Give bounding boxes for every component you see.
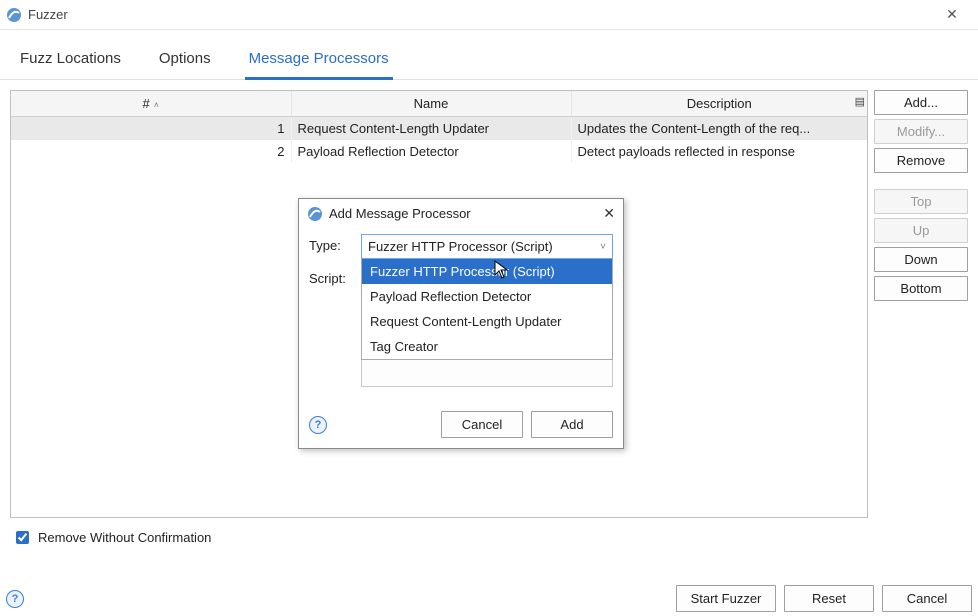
window-titlebar: Fuzzer ✕ bbox=[0, 0, 978, 30]
dialog-titlebar: Add Message Processor ✕ bbox=[299, 199, 623, 228]
help-icon[interactable]: ? bbox=[6, 590, 24, 608]
type-combo-list: Fuzzer HTTP Processor (Script) Payload R… bbox=[361, 259, 613, 360]
cancel-button[interactable]: Cancel bbox=[882, 585, 972, 612]
table-row[interactable]: 1 Request Content-Length Updater Updates… bbox=[11, 117, 867, 141]
table-row[interactable]: 2 Payload Reflection Detector Detect pay… bbox=[11, 140, 867, 163]
combo-option[interactable]: Fuzzer HTTP Processor (Script) bbox=[362, 259, 612, 284]
cell-name: Request Content-Length Updater bbox=[291, 117, 571, 141]
remove-button[interactable]: Remove bbox=[874, 148, 968, 173]
processors-table: #˄ Name Description ▤ 1 Request Content-… bbox=[11, 91, 867, 163]
cell-desc: Updates the Content-Length of the req... bbox=[571, 117, 867, 141]
remove-without-confirmation-row: Remove Without Confirmation bbox=[0, 524, 978, 551]
cell-desc: Detect payloads reflected in response bbox=[571, 140, 867, 163]
tab-bar: Fuzz Locations Options Message Processor… bbox=[0, 30, 978, 80]
type-label: Type: bbox=[309, 234, 353, 253]
type-combo[interactable]: Fuzzer HTTP Processor (Script) ˅ Fuzzer … bbox=[361, 234, 613, 259]
bottom-button[interactable]: Bottom bbox=[874, 276, 968, 301]
col-header-number[interactable]: #˄ bbox=[11, 91, 291, 117]
chevron-down-icon: ˅ bbox=[600, 241, 606, 252]
tab-message-processors[interactable]: Message Processors bbox=[245, 44, 393, 80]
footer-bar: ? Start Fuzzer Reset Cancel bbox=[6, 585, 972, 612]
dialog-add-button[interactable]: Add bbox=[531, 411, 613, 438]
remove-without-confirmation-checkbox[interactable] bbox=[16, 531, 29, 544]
script-label: Script: bbox=[309, 267, 353, 286]
app-icon bbox=[307, 206, 323, 222]
remove-without-confirmation-label: Remove Without Confirmation bbox=[38, 530, 211, 545]
top-button: Top bbox=[874, 189, 968, 214]
down-button[interactable]: Down bbox=[874, 247, 968, 272]
combo-option[interactable]: Request Content-Length Updater bbox=[362, 309, 612, 334]
tab-fuzz-locations[interactable]: Fuzz Locations bbox=[16, 44, 125, 79]
cell-number: 1 bbox=[11, 117, 291, 141]
cell-name: Payload Reflection Detector bbox=[291, 140, 571, 163]
window-title: Fuzzer bbox=[28, 7, 68, 22]
side-button-column: Add... Modify... Remove Top Up Down Bott… bbox=[874, 90, 968, 518]
combo-option[interactable]: Tag Creator bbox=[362, 334, 612, 359]
col-header-description[interactable]: Description ▤ bbox=[571, 91, 867, 117]
start-fuzzer-button[interactable]: Start Fuzzer bbox=[676, 585, 776, 612]
app-icon bbox=[6, 7, 22, 23]
col-header-name[interactable]: Name bbox=[291, 91, 571, 117]
window-close-button[interactable]: ✕ bbox=[932, 6, 972, 23]
add-button[interactable]: Add... bbox=[874, 90, 968, 115]
type-combo-display[interactable]: Fuzzer HTTP Processor (Script) ˅ bbox=[361, 234, 613, 259]
combo-option[interactable]: Payload Reflection Detector bbox=[362, 284, 612, 309]
configure-columns-icon[interactable]: ▤ bbox=[855, 95, 865, 108]
add-message-processor-dialog: Add Message Processor ✕ Type: Fuzzer HTT… bbox=[298, 198, 624, 449]
dialog-title: Add Message Processor bbox=[329, 206, 471, 221]
type-combo-value: Fuzzer HTTP Processor (Script) bbox=[368, 239, 553, 254]
cell-number: 2 bbox=[11, 140, 291, 163]
reset-button[interactable]: Reset bbox=[784, 585, 874, 612]
tab-options[interactable]: Options bbox=[155, 44, 215, 79]
up-button: Up bbox=[874, 218, 968, 243]
dialog-cancel-button[interactable]: Cancel bbox=[441, 411, 523, 438]
sort-asc-icon: ˄ bbox=[154, 100, 159, 110]
modify-button: Modify... bbox=[874, 119, 968, 144]
dialog-close-button[interactable]: ✕ bbox=[603, 205, 615, 222]
help-icon[interactable]: ? bbox=[309, 416, 327, 434]
col-header-number-text: # bbox=[143, 96, 150, 111]
